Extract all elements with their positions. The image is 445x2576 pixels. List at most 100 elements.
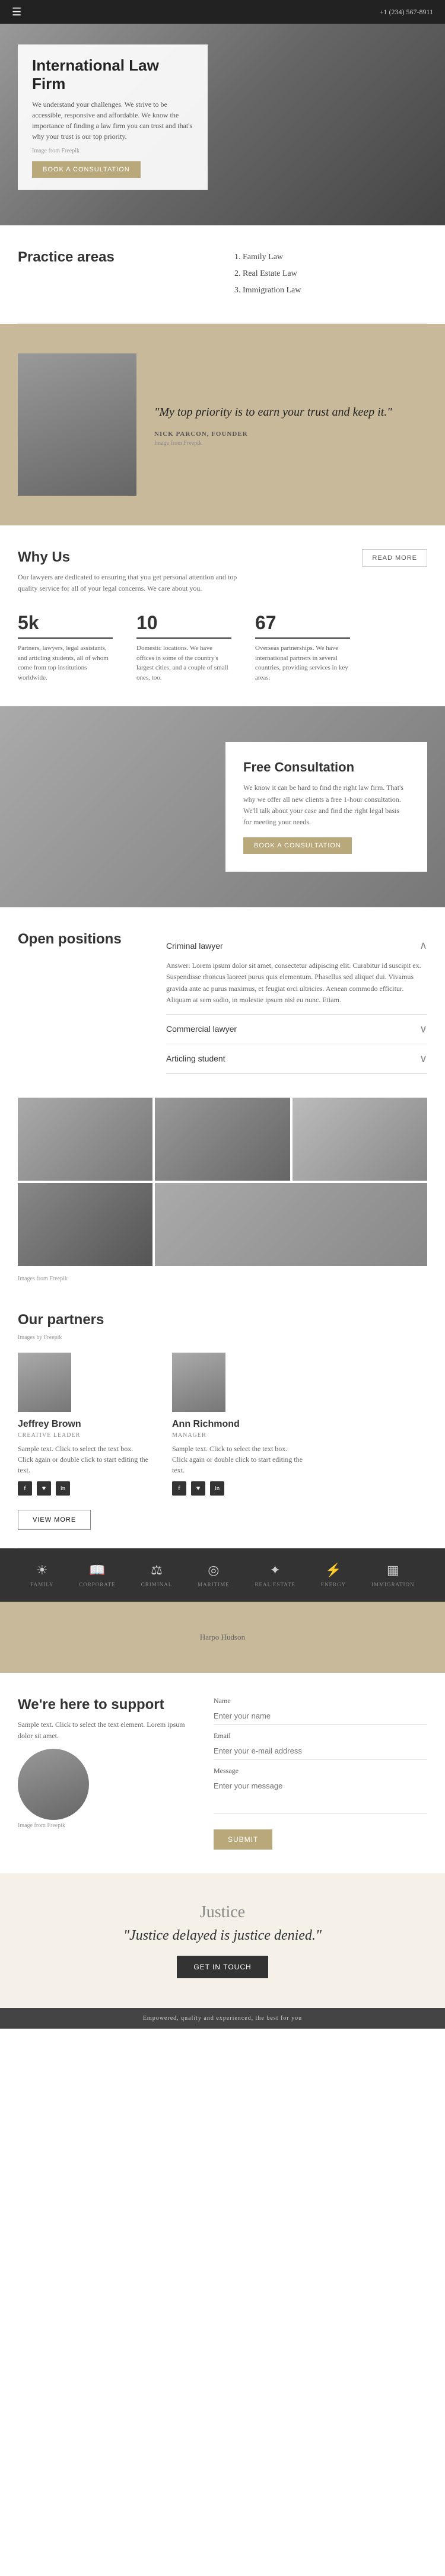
quote-author: NICK PARCON, FOUNDER bbox=[154, 431, 427, 438]
stat-item: 5k Partners, lawyers, legal assistants, … bbox=[18, 612, 113, 683]
free-consult-box: Free Consultation We know it can be hard… bbox=[225, 742, 427, 872]
view-more-button[interactable]: VIEW MORE bbox=[18, 1510, 91, 1530]
name-input[interactable] bbox=[214, 1708, 427, 1724]
stat-item: 10 Domestic locations. We have offices i… bbox=[136, 612, 231, 683]
icon-item-energy[interactable]: ⚡ ENERGY bbox=[321, 1563, 347, 1587]
open-positions-inner: Open positions Criminal lawyer ∧ Answer:… bbox=[18, 931, 427, 1074]
facebook-icon[interactable]: f bbox=[172, 1481, 186, 1496]
partner-name: Ann Richmond bbox=[172, 1419, 303, 1430]
why-us-left: Why Us Our lawyers are dedicated to ensu… bbox=[18, 549, 243, 594]
list-item: 2. Real Estate Law bbox=[234, 266, 427, 282]
quote-footer-section: Justice "Justice delayed is justice deni… bbox=[0, 1873, 445, 2008]
accordion-header-commercial[interactable]: Commercial lawyer ∨ bbox=[166, 1015, 427, 1044]
photo-cell bbox=[18, 1183, 152, 1266]
icon-item-corporate[interactable]: 📖 CORPORATE bbox=[79, 1563, 116, 1587]
free-consult-section: Free Consultation We know it can be hard… bbox=[0, 706, 445, 907]
list-item: 1. Family Law bbox=[234, 249, 427, 266]
open-positions-title: Open positions bbox=[18, 931, 148, 948]
header: ☰ +1 (234) 567-8911 bbox=[0, 0, 445, 24]
chevron-down-icon: ∨ bbox=[419, 1053, 427, 1065]
icon-item-criminal[interactable]: ⚖ CRIMINAL bbox=[141, 1563, 173, 1587]
photo-cell bbox=[155, 1098, 290, 1181]
support-right: Name Email Message SUBMIT bbox=[214, 1697, 427, 1850]
why-us-title: Why Us bbox=[18, 549, 243, 566]
header-phone: +1 (234) 567-8911 bbox=[380, 8, 433, 17]
get-in-touch-button[interactable]: GET IN TOUCH bbox=[177, 1956, 268, 1978]
practice-areas-right: 1. Family Law 2. Real Estate Law 3. Immi… bbox=[223, 249, 427, 299]
free-consult-title: Free Consultation bbox=[243, 760, 409, 775]
partner-description: Sample text. Click to select the text bo… bbox=[18, 1443, 148, 1475]
icon-item-realestate[interactable]: ✦ REAL ESTATE bbox=[255, 1563, 295, 1587]
corporate-icon: 📖 bbox=[89, 1563, 105, 1578]
stat-number: 67 bbox=[255, 612, 350, 639]
icon-item-immigration[interactable]: ▦ IMMIGRATION bbox=[371, 1563, 415, 1587]
accordion-header-criminal[interactable]: Criminal lawyer ∧ bbox=[166, 931, 427, 960]
icon-label-corporate: CORPORATE bbox=[79, 1582, 116, 1587]
accordion-item-articling: Articling student ∨ bbox=[166, 1044, 427, 1074]
quote-section: "My top priority is to earn your trust a… bbox=[0, 324, 445, 525]
quote-image bbox=[18, 353, 136, 496]
email-input[interactable] bbox=[214, 1743, 427, 1759]
twitter-icon[interactable]: ♥ bbox=[37, 1481, 51, 1496]
message-label: Message bbox=[214, 1767, 427, 1775]
form-email-group: Email bbox=[214, 1732, 427, 1759]
hero-overlay: International Law Firm We understand you… bbox=[18, 44, 208, 190]
icon-label-realestate: REAL ESTATE bbox=[255, 1582, 295, 1587]
stat-description: Partners, lawyers, legal assistants, and… bbox=[18, 643, 113, 683]
submit-button[interactable]: SUBMIT bbox=[214, 1829, 272, 1850]
accordion-item-commercial: Commercial lawyer ∨ bbox=[166, 1015, 427, 1044]
map-location: Harpo Hudson bbox=[200, 1633, 245, 1642]
icon-item-family[interactable]: ☀ FAMILY bbox=[30, 1563, 53, 1587]
support-left: We're here to support Sample text. Click… bbox=[18, 1697, 196, 1850]
facebook-icon[interactable]: f bbox=[18, 1481, 32, 1496]
partner-name: Jeffrey Brown bbox=[18, 1419, 148, 1430]
partner-item: Jeffrey Brown CREATIVE LEADER Sample tex… bbox=[18, 1353, 148, 1496]
why-us-description: Our lawyers are dedicated to ensuring th… bbox=[18, 572, 243, 594]
quote-text: "My top priority is to earn your trust a… bbox=[154, 403, 427, 421]
quote-content: "My top priority is to earn your trust a… bbox=[154, 403, 427, 447]
message-textarea[interactable] bbox=[214, 1778, 427, 1813]
criminal-icon: ⚖ bbox=[151, 1563, 163, 1578]
open-positions-section: Open positions Criminal lawyer ∧ Answer:… bbox=[0, 907, 445, 1098]
book-consultation-button[interactable]: BOOK A CONSULTATION bbox=[32, 161, 141, 178]
partner-role: MANAGER bbox=[172, 1432, 303, 1439]
photo-cell bbox=[293, 1098, 427, 1181]
partners-credit: Images by Freepik bbox=[18, 1334, 427, 1341]
icon-item-maritime[interactable]: ◎ MARITIME bbox=[198, 1563, 230, 1587]
read-more-button[interactable]: READ MORE bbox=[362, 549, 427, 567]
accordion-item-criminal: Criminal lawyer ∧ Answer: Lorem ipsum do… bbox=[166, 931, 427, 1015]
maritime-icon: ◎ bbox=[208, 1563, 219, 1578]
chevron-up-icon: ∧ bbox=[419, 939, 427, 952]
practice-areas-section: Practice areas 1. Family Law 2. Real Est… bbox=[0, 225, 445, 323]
why-us-section: Why Us Our lawyers are dedicated to ensu… bbox=[0, 525, 445, 706]
practice-areas-list: 1. Family Law 2. Real Estate Law 3. Immi… bbox=[234, 249, 427, 299]
partners-section: Our partners Images by Freepik Jeffrey B… bbox=[0, 1294, 445, 1548]
linkedin-icon[interactable]: in bbox=[56, 1481, 70, 1496]
support-section: We're here to support Sample text. Click… bbox=[0, 1673, 445, 1873]
open-positions-left: Open positions bbox=[18, 931, 148, 1074]
hero-description: We understand your challenges. We strive… bbox=[32, 99, 193, 142]
support-description: Sample text. Click to select the text el… bbox=[18, 1719, 196, 1742]
icon-label-immigration: IMMIGRATION bbox=[371, 1582, 415, 1587]
hero-section: International Law Firm We understand you… bbox=[0, 24, 445, 225]
partners-grid: Jeffrey Brown CREATIVE LEADER Sample tex… bbox=[18, 1353, 427, 1496]
partner-avatar bbox=[18, 1353, 71, 1412]
name-label: Name bbox=[214, 1697, 427, 1705]
icon-label-criminal: CRIMINAL bbox=[141, 1582, 173, 1587]
accordion-title-commercial: Commercial lawyer bbox=[166, 1024, 237, 1034]
support-title: We're here to support bbox=[18, 1697, 196, 1713]
accordion-header-articling[interactable]: Articling student ∨ bbox=[166, 1044, 427, 1073]
menu-icon[interactable]: ☰ bbox=[12, 6, 21, 18]
immigration-icon: ▦ bbox=[387, 1563, 399, 1578]
free-consult-description: We know it can be hard to find the right… bbox=[243, 782, 409, 828]
accordion-title-articling: Articling student bbox=[166, 1054, 225, 1063]
hero-title: International Law Firm bbox=[32, 56, 193, 93]
free-consult-button[interactable]: BOOK A CONSULTATION bbox=[243, 837, 352, 854]
photo-cell bbox=[155, 1183, 427, 1266]
linkedin-icon[interactable]: in bbox=[210, 1481, 224, 1496]
form-name-group: Name bbox=[214, 1697, 427, 1724]
quote-image-credit: Image from Freepik bbox=[154, 440, 427, 447]
stat-description: Overseas partnerships. We have internati… bbox=[255, 643, 350, 683]
twitter-icon[interactable]: ♥ bbox=[191, 1481, 205, 1496]
family-icon: ☀ bbox=[36, 1563, 48, 1578]
